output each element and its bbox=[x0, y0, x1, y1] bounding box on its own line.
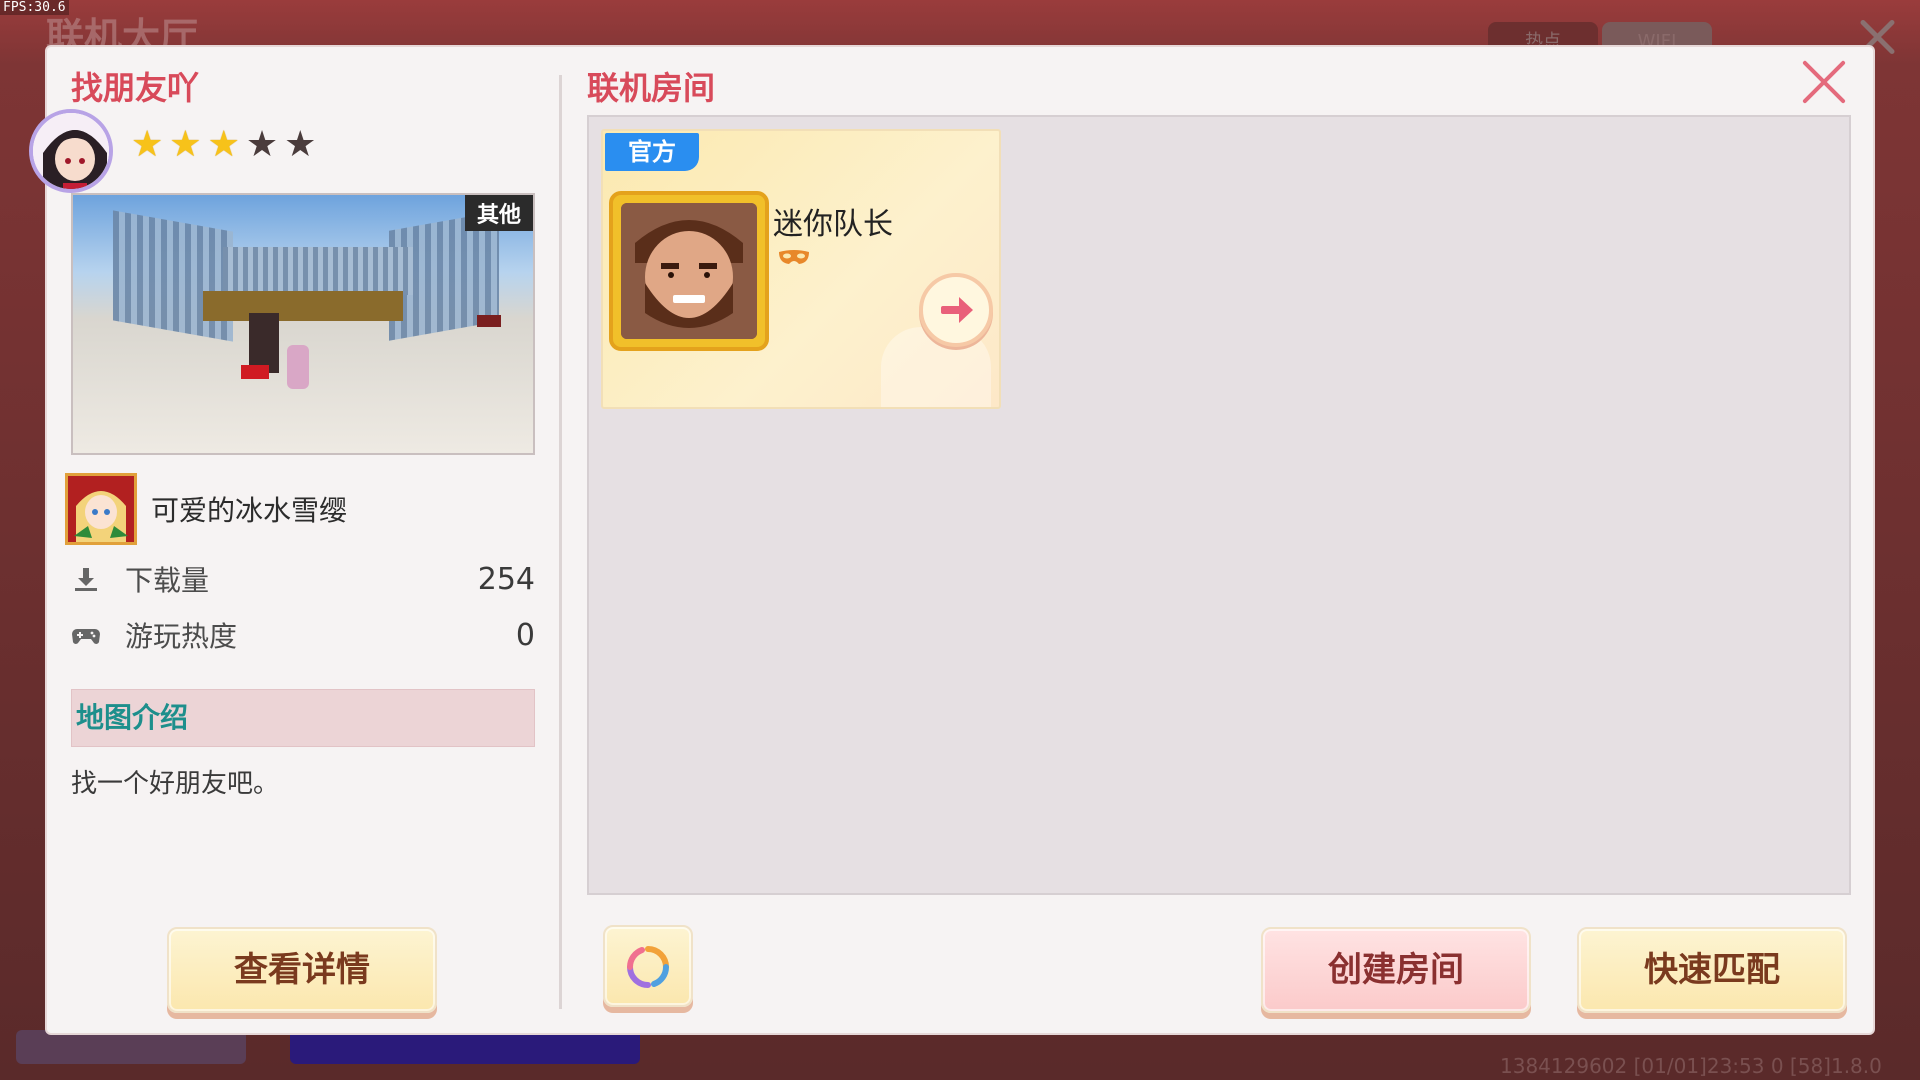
map-title: 找朋友吖 bbox=[71, 69, 200, 107]
stat-label: 游玩热度 bbox=[125, 620, 238, 653]
fps-counter: FPS:30.6 bbox=[0, 0, 69, 15]
rating-stars: ★ ★ ★ ★ ★ bbox=[131, 125, 316, 165]
map-intro-heading: 地图介绍 bbox=[71, 689, 535, 747]
mask-icon bbox=[777, 249, 811, 267]
version-info: 1384129602 [01/01]23:53 0 [58]1.8.0 bbox=[1500, 1054, 1882, 1078]
map-room-dialog: 找朋友吖 ★ ★ ★ ★ ★ 其他 可爱的冰水雪缨 下载量 254 游玩热度 0… bbox=[29, 47, 1873, 1033]
refresh-button[interactable] bbox=[603, 925, 693, 1007]
star-icon: ★ bbox=[131, 124, 164, 165]
rooms-title: 联机房间 bbox=[587, 69, 716, 107]
host-avatar bbox=[609, 191, 769, 351]
star-icon: ★ bbox=[245, 124, 279, 165]
author-avatar bbox=[65, 473, 137, 545]
stat-value: 254 bbox=[477, 561, 535, 597]
map-intro-text: 找一个好朋友吧。 bbox=[71, 769, 280, 799]
quick-match-button[interactable]: 快速匹配 bbox=[1577, 927, 1847, 1013]
close-icon[interactable] bbox=[1799, 57, 1849, 107]
stat-value: 0 bbox=[515, 617, 535, 653]
join-room-button[interactable] bbox=[919, 273, 993, 347]
star-icon: ★ bbox=[284, 124, 317, 165]
arrow-right-icon bbox=[941, 297, 973, 323]
stat-play-heat: 游玩热度 0 bbox=[71, 613, 535, 657]
background-bar bbox=[290, 1030, 640, 1064]
official-tag: 官方 bbox=[605, 133, 699, 171]
author-row[interactable]: 可爱的冰水雪缨 bbox=[65, 473, 347, 545]
view-details-button[interactable]: 查看详情 bbox=[167, 927, 437, 1013]
background-bar bbox=[16, 1030, 246, 1064]
refresh-icon bbox=[626, 946, 670, 988]
creator-avatar[interactable] bbox=[29, 109, 113, 193]
room-card[interactable]: 官方 迷你队长 bbox=[601, 129, 1001, 409]
room-list: 官方 迷你队长 bbox=[587, 115, 1851, 895]
category-tag: 其他 bbox=[464, 195, 533, 231]
gamepad-icon bbox=[71, 620, 101, 650]
create-room-button[interactable]: 创建房间 bbox=[1261, 927, 1531, 1013]
panel-divider bbox=[559, 75, 562, 1009]
star-icon: ★ bbox=[169, 124, 202, 165]
star-icon: ★ bbox=[207, 124, 240, 165]
author-name: 可爱的冰水雪缨 bbox=[151, 494, 348, 527]
stat-label: 下载量 bbox=[125, 564, 210, 597]
map-thumbnail[interactable]: 其他 bbox=[71, 193, 535, 455]
stat-downloads: 下载量 254 bbox=[71, 557, 535, 601]
download-icon bbox=[71, 564, 101, 594]
host-name: 迷你队长 bbox=[773, 207, 893, 242]
